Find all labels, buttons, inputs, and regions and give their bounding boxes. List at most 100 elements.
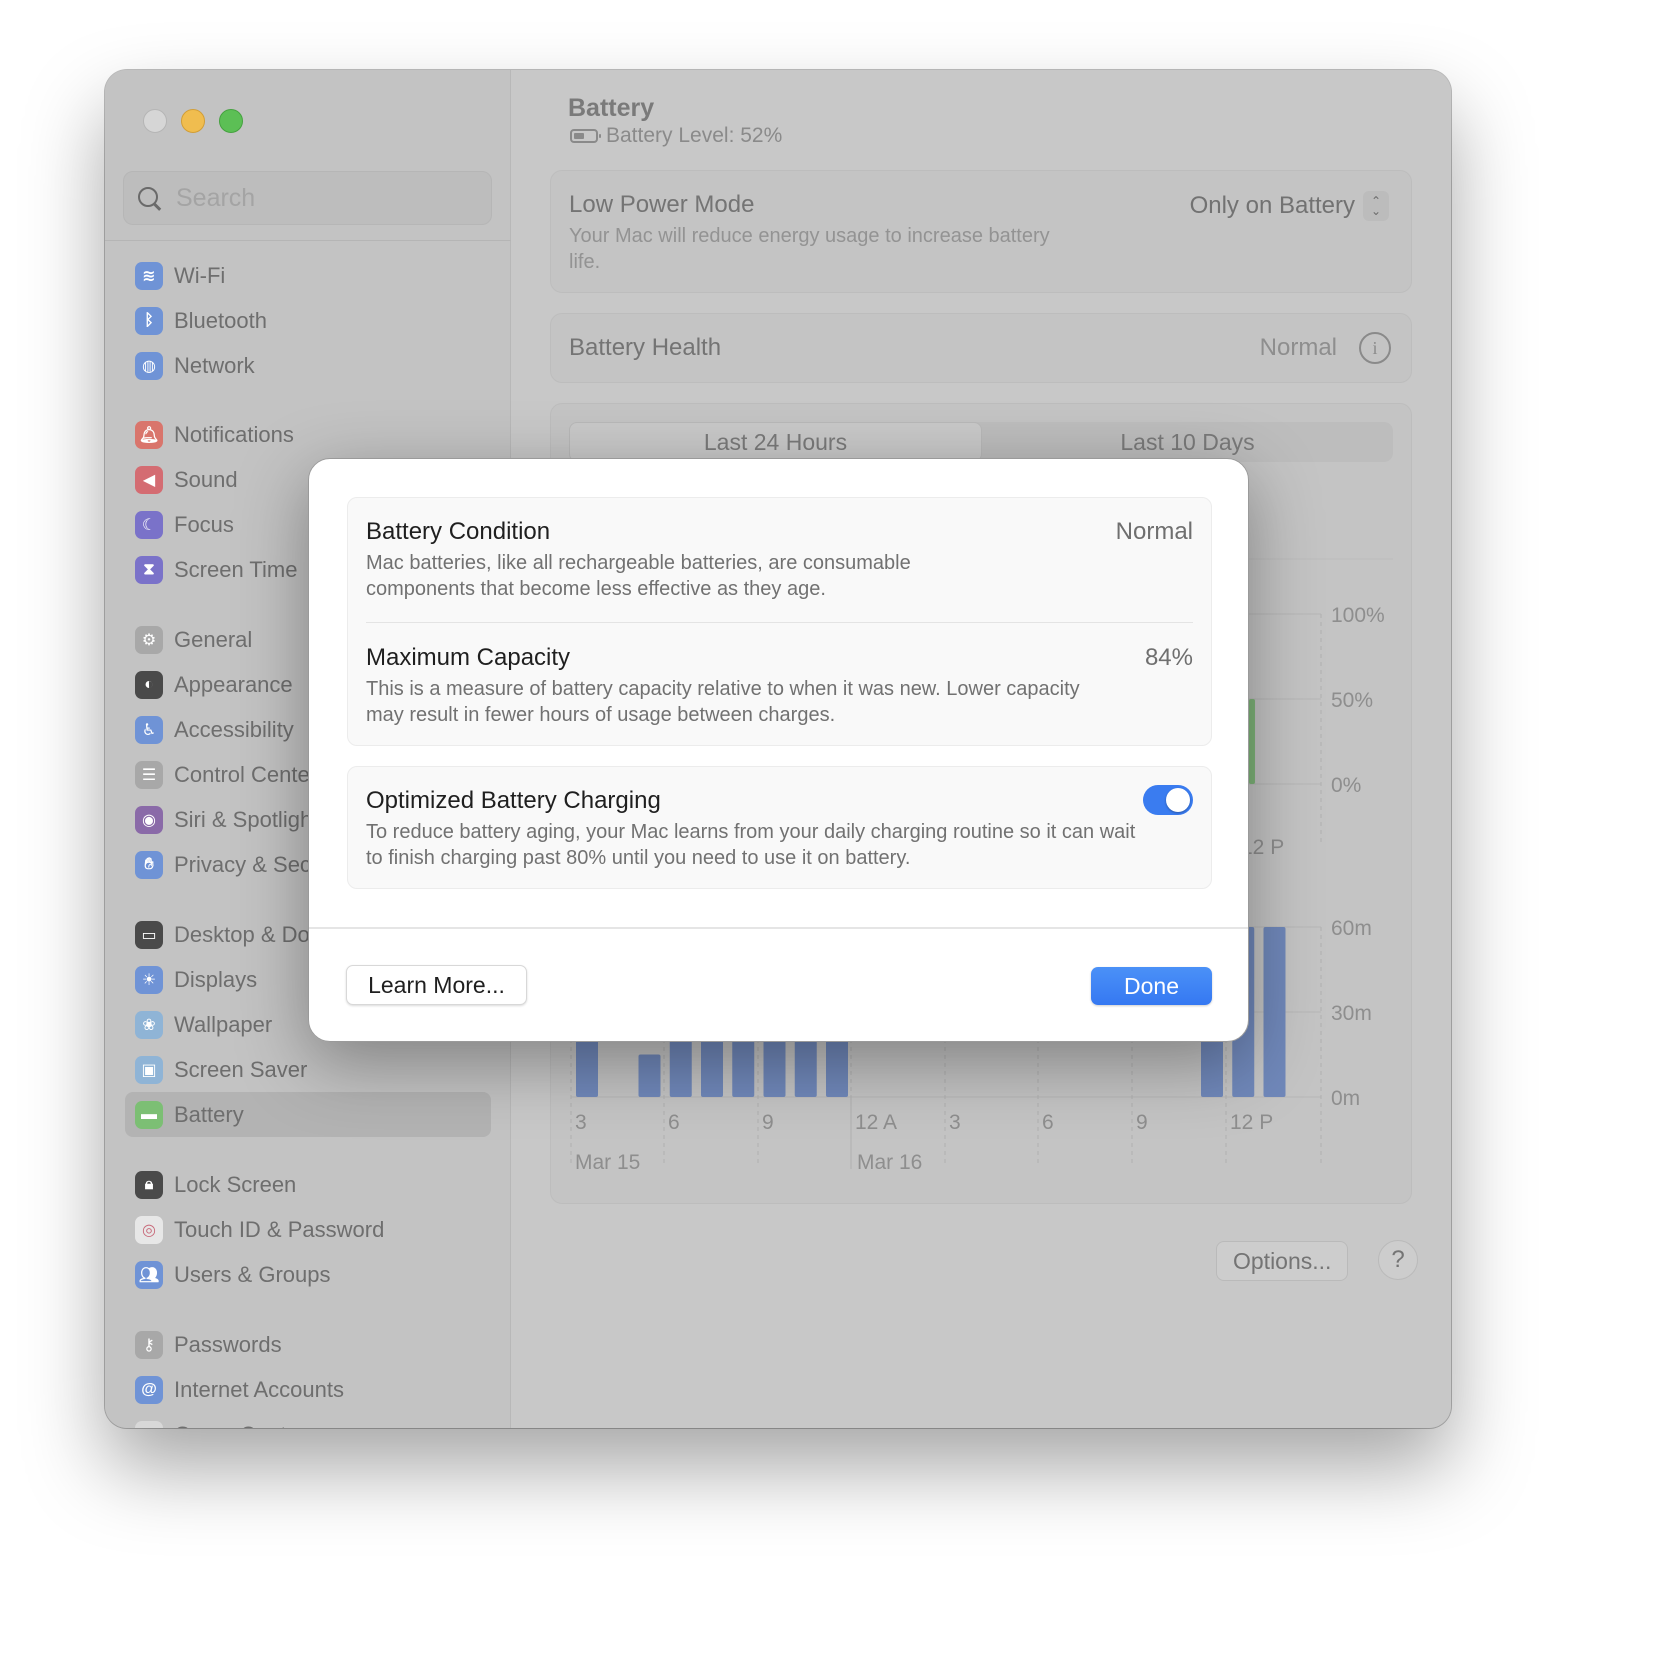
sidebar-item-label: Wi-Fi [174,262,226,288]
battery-health-sheet: Battery Condition Normal Mac batteries, … [308,458,1249,1042]
accessibility-icon: ♿︎ [135,715,163,744]
optimized-charging-group: Optimized Battery Charging To reduce bat… [347,766,1212,889]
key-icon: ⚷ [135,1330,163,1359]
zoom-button[interactable] [219,109,243,133]
sidebar-item-internet-accounts[interactable]: @ Internet Accounts [125,1367,491,1412]
sidebar-item-network[interactable]: ◍ Network [125,343,491,388]
sidebar-item-bluetooth[interactable]: ᛒ Bluetooth [125,298,491,343]
search-input[interactable] [176,183,476,213]
battery-condition-title: Battery Condition [366,518,551,545]
low-power-select[interactable]: Only on Battery ⌃ ⌄ [1190,191,1389,221]
optimized-charging-title: Optimized Battery Charging [366,787,661,814]
sidebar-divider [105,240,511,241]
battery-health-title: Battery Health [569,334,722,361]
sidebar-item-label: Lock Screen [174,1171,297,1197]
search-icon [136,185,162,211]
sidebar-item-notifications[interactable]: 🔔︎ Notifications [125,412,491,457]
sidebar-item-label: Sound [174,466,238,492]
sidebar-item-label: Users & Groups [174,1261,331,1287]
low-power-title: Low Power Mode [569,191,755,218]
page-title: Battery [568,94,655,122]
date-label: Mar 16 [857,1151,922,1174]
toggles-icon: ☰ [135,760,163,789]
y-tick-label: 100% [1331,604,1385,627]
sidebar-item-label: Siri & Spotlight [174,806,319,832]
sidebar-item-label: Battery [174,1101,244,1127]
screensaver-icon: ▣ [135,1055,163,1084]
y-tick-label: 50% [1331,689,1373,712]
sidebar-item-label: Network [174,352,255,378]
sidebar-item-screen-saver[interactable]: ▣ Screen Saver [125,1047,491,1092]
sidebar-item-wi-fi[interactable]: ≋ Wi-Fi [125,253,491,298]
sidebar-item-touch-id-password[interactable]: ◎ Touch ID & Password [125,1207,491,1252]
sidebar-item-label: Appearance [174,671,293,697]
battery-health-value: Normal [1259,334,1337,361]
appearance-icon: ◐ [135,670,163,699]
info-icon[interactable]: i [1359,332,1391,364]
sidebar-item-label: Notifications [174,421,294,447]
x-tick-label: 3 [575,1111,587,1134]
search-field[interactable] [123,171,492,225]
battery-condition-desc: Mac batteries, like all rechargeable bat… [366,552,911,600]
optimized-charging-toggle[interactable] [1143,785,1193,815]
flower-icon: ❀ [135,1010,163,1039]
usage-bar [638,1054,661,1097]
chevron-updown-icon: ⌃ ⌄ [1363,191,1389,221]
hand-icon: ✋︎ [135,850,163,879]
sidebar-item-label: Screen Time [174,556,298,582]
at-icon: @ [135,1375,163,1404]
sidebar-item-label: Passwords [174,1331,282,1357]
sun-icon: ☀ [135,965,163,994]
sidebar-item-label: Accessibility [174,716,294,742]
battery-icon [570,129,601,143]
battery-level-bar [1249,699,1255,784]
sidebar-item-label: Game Center [174,1422,306,1429]
sidebar-item-label: Screen Saver [174,1056,308,1082]
siri-icon: ◉ [135,805,163,834]
sidebar-item-game-center[interactable]: ● Game Center [125,1412,491,1428]
wifi-icon: ≋ [135,261,163,290]
learn-more-button[interactable]: Learn More... [346,965,527,1005]
battery-level-label: Battery Level: 52% [606,124,783,147]
close-button[interactable] [143,109,167,133]
y-tick-label: 0% [1331,774,1361,797]
date-label: Mar 15 [575,1151,640,1174]
options-button[interactable]: Options... [1216,1241,1349,1281]
sidebar-item-label: General [174,626,253,652]
maximum-capacity-value: 84% [1144,644,1193,671]
x-tick-label: 6 [1042,1111,1054,1134]
sidebar-item-lock-screen[interactable]: 🔒︎ Lock Screen [125,1162,491,1207]
sidebar-item-label: Control Center [174,761,318,787]
y-tick-label: 30m [1331,1002,1372,1025]
minimize-button[interactable] [181,109,205,133]
fingerprint-icon: ◎ [135,1215,163,1244]
help-button[interactable]: ? [1378,1240,1418,1280]
usage-bar [1263,927,1286,1097]
low-power-card: Low Power Mode Your Mac will reduce ener… [550,170,1412,293]
sidebar-item-passwords[interactable]: ⚷ Passwords [125,1322,491,1367]
sidebar-item-label: Bluetooth [174,307,267,333]
hourglass-icon: ⧗ [135,555,163,584]
sidebar-item-label: Focus [174,511,234,537]
battery-icon: ▬ [135,1100,163,1129]
lock-icon: 🔒︎ [135,1170,163,1199]
traffic-lights [143,109,243,133]
sidebar-item-label: Displays [174,966,258,992]
x-tick-label: 12 A [855,1111,897,1134]
y-tick-label: 60m [1331,917,1372,940]
battery-condition-value: Normal [1115,518,1193,545]
x-tick-label: 9 [762,1111,774,1134]
users-icon: 👥︎ [135,1260,163,1289]
moon-icon: ☾ [135,510,163,539]
sidebar-item-battery[interactable]: ▬ Battery [125,1092,491,1137]
x-tick-label: 3 [949,1111,961,1134]
sidebar-item-label: Touch ID & Password [174,1216,385,1242]
dock-icon: ▭ [135,920,163,949]
done-button[interactable]: Done [1091,967,1212,1005]
row-separator [366,622,1193,623]
maximum-capacity-desc: This is a measure of battery capacity re… [366,678,1080,726]
globe-icon: ◍ [135,351,163,380]
sidebar-item-label: Wallpaper [174,1011,273,1037]
low-power-value: Only on Battery [1189,192,1355,219]
sidebar-item-users-groups[interactable]: 👥︎ Users & Groups [125,1252,491,1297]
